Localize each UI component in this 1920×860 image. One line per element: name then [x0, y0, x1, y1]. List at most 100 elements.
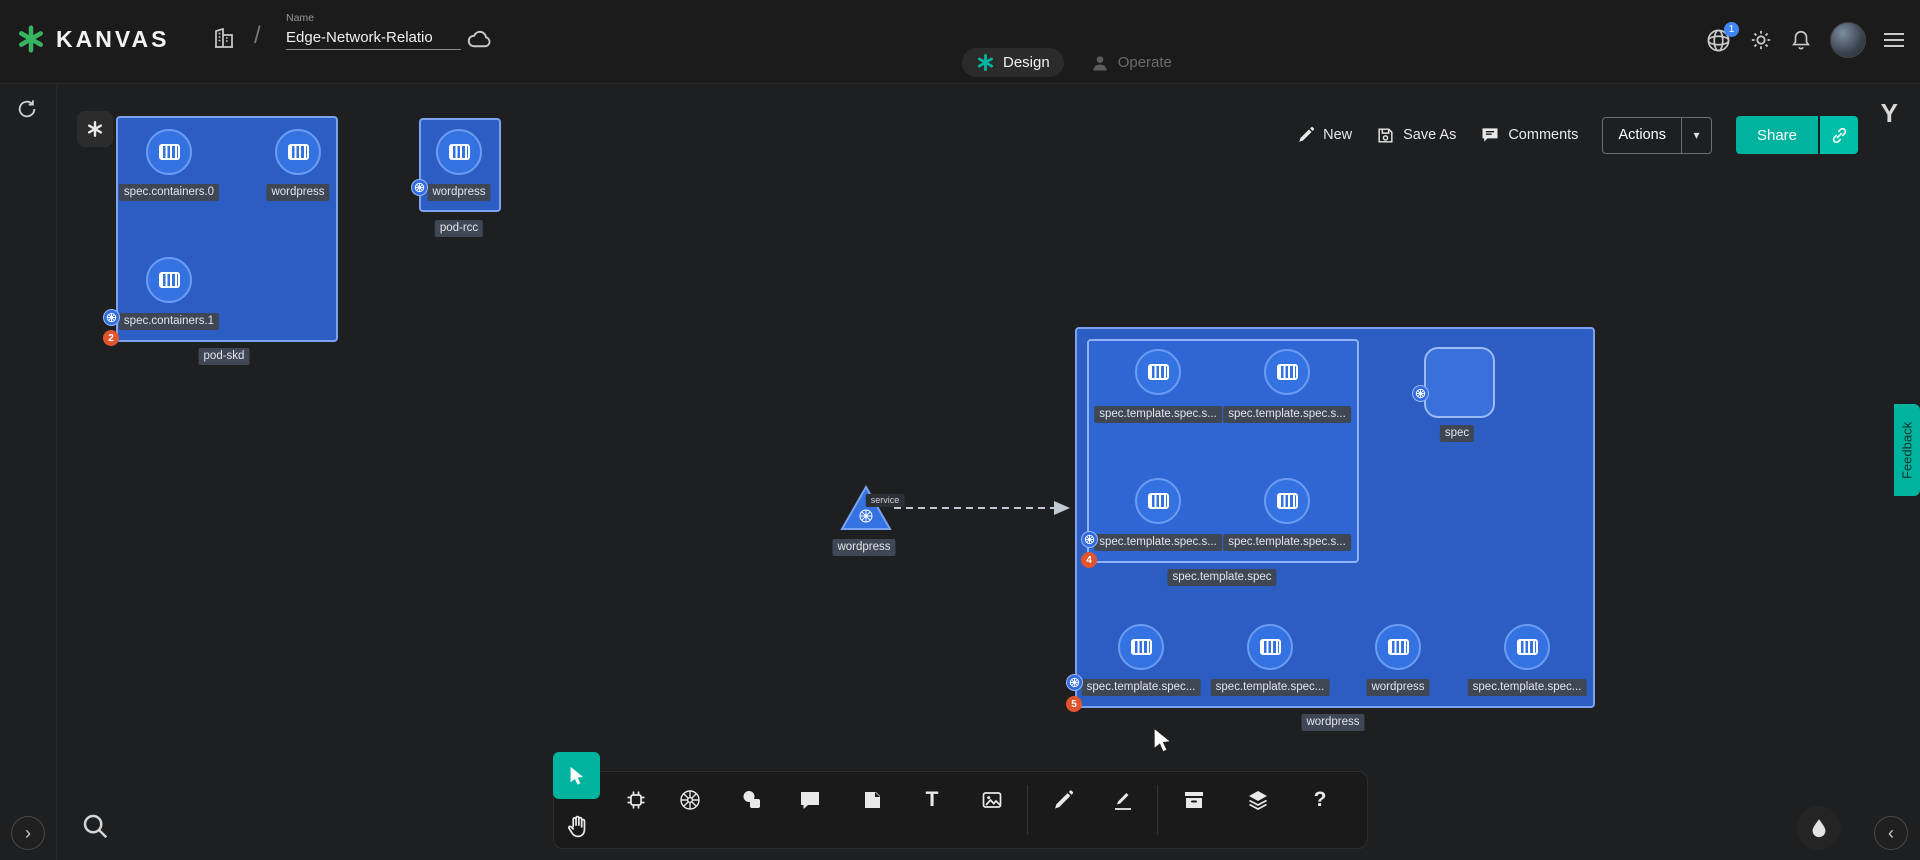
chip-icon: [624, 788, 648, 812]
node-label: wordpress: [266, 184, 329, 201]
node-service-triangle[interactable]: [839, 484, 893, 532]
edge-service-to-deployment[interactable]: [892, 497, 1082, 519]
tool-drawer[interactable]: [1174, 780, 1214, 820]
feedback-tab[interactable]: Feedback: [1894, 404, 1920, 496]
node-label: wordpress: [832, 539, 895, 556]
count-badge: 5: [1066, 696, 1082, 712]
layers-icon: [1246, 788, 1270, 812]
node-spec-containers-0[interactable]: [146, 129, 192, 175]
tool-text[interactable]: T: [912, 780, 952, 820]
notification-count-badge: 1: [1724, 22, 1739, 37]
count-badge: 4: [1081, 552, 1097, 568]
node-spec[interactable]: [1424, 347, 1495, 418]
user-avatar[interactable]: [1830, 22, 1866, 58]
help-icon: ?: [1314, 788, 1327, 812]
node-label: spec.template.spec...: [1468, 679, 1587, 696]
tool-kubernetes[interactable]: [670, 780, 710, 820]
kubernetes-badge-icon: [1081, 531, 1098, 548]
group-actions-flower-button[interactable]: [77, 111, 113, 147]
kanvas-logo[interactable]: KANVAS: [16, 24, 169, 54]
canvas-toolbar: New Save As Comments Actions ▾ Share: [1297, 116, 1858, 154]
group-spec-template-spec[interactable]: [1087, 339, 1359, 563]
sync-refresh-icon[interactable]: [16, 98, 38, 120]
layer5-y-logo[interactable]: Y: [1881, 98, 1898, 129]
workspace-building-icon[interactable]: [212, 26, 236, 50]
node-bottom-4[interactable]: [1504, 624, 1550, 670]
node-pod-rcc-wordpress[interactable]: [436, 129, 482, 175]
node-template-spec-3[interactable]: [1135, 478, 1181, 524]
mode-tabs: Design Operate: [962, 48, 1172, 77]
container-icon: [1131, 639, 1152, 655]
node-spec-containers-1[interactable]: [146, 257, 192, 303]
ink-drop-button[interactable]: [1797, 806, 1841, 850]
node-pod-skd-wordpress[interactable]: [275, 129, 321, 175]
node-template-spec-1[interactable]: [1135, 349, 1181, 395]
tool-pan[interactable]: [557, 806, 597, 846]
image-icon: [980, 788, 1004, 812]
node-label: spec.containers.1: [119, 313, 219, 330]
tool-shapes[interactable]: [732, 780, 772, 820]
chevron-left-icon: ‹: [1888, 823, 1894, 844]
notifications-bell-icon[interactable]: [1790, 29, 1812, 51]
node-label: spec: [1440, 425, 1474, 442]
pencil-underline-icon: [1111, 788, 1135, 812]
node-label: spec.template.spec...: [1082, 679, 1201, 696]
tool-sticky-note[interactable]: [852, 780, 892, 820]
hamburger-menu-icon[interactable]: [1884, 33, 1904, 47]
collapse-right-panel-button[interactable]: ‹: [1874, 816, 1908, 850]
mouse-cursor: [1150, 726, 1176, 756]
share-button[interactable]: Share: [1736, 116, 1858, 154]
extensions-icon[interactable]: 1: [1705, 27, 1732, 54]
save-as-button[interactable]: Save As: [1376, 126, 1456, 145]
tool-draw[interactable]: [1043, 780, 1083, 820]
tool-components[interactable]: [616, 780, 656, 820]
settings-gear-icon[interactable]: [1750, 29, 1772, 51]
kubernetes-wheel-icon: [860, 510, 872, 522]
comments-label: Comments: [1508, 127, 1578, 143]
cursor-icon: [566, 765, 588, 787]
node-bottom-1[interactable]: [1118, 624, 1164, 670]
actions-dropdown-button[interactable]: Actions ▾: [1602, 117, 1712, 154]
copy-link-icon[interactable]: [1820, 116, 1858, 154]
header-actions: 1: [1705, 22, 1904, 58]
zoom-search-icon[interactable]: [80, 811, 110, 841]
tab-design[interactable]: Design: [962, 48, 1064, 77]
node-bottom-wordpress[interactable]: [1375, 624, 1421, 670]
container-icon: [1148, 364, 1169, 380]
tool-image[interactable]: [972, 780, 1012, 820]
logo-text: KANVAS: [56, 26, 169, 53]
kanvas-logo-icon: [16, 24, 46, 54]
new-button[interactable]: New: [1297, 126, 1352, 144]
container-icon: [1277, 493, 1298, 509]
kubernetes-badge-icon: [411, 179, 428, 196]
operate-tab-icon: [1090, 53, 1110, 73]
tool-comment[interactable]: [790, 780, 830, 820]
tool-layers[interactable]: [1238, 780, 1278, 820]
sticky-note-icon: [860, 788, 884, 812]
comment-icon: [1480, 125, 1500, 145]
node-bottom-2[interactable]: [1247, 624, 1293, 670]
tool-help[interactable]: ?: [1300, 780, 1340, 820]
node-template-spec-4[interactable]: [1264, 478, 1310, 524]
comments-button[interactable]: Comments: [1480, 125, 1578, 145]
tool-annotate[interactable]: [1103, 780, 1143, 820]
cloud-sync-icon[interactable]: [466, 26, 493, 53]
node-label: spec.template.spec.s...: [1223, 406, 1351, 423]
expand-left-panel-button[interactable]: ›: [11, 816, 45, 850]
actions-label: Actions: [1603, 118, 1681, 153]
node-label: spec.template.spec.s...: [1094, 534, 1222, 551]
design-name-input[interactable]: [286, 26, 461, 50]
text-tool-icon: T: [926, 788, 939, 812]
design-tab-icon: [976, 53, 995, 72]
kubernetes-wheel-icon: [678, 788, 702, 812]
shapes-icon: [740, 788, 764, 812]
chevron-down-icon[interactable]: ▾: [1681, 118, 1711, 153]
drawer-icon: [1182, 788, 1206, 812]
node-template-spec-2[interactable]: [1264, 349, 1310, 395]
tab-operate[interactable]: Operate: [1090, 53, 1172, 73]
group-label: pod-rcc: [435, 220, 483, 237]
group-label: pod-skd: [199, 348, 250, 365]
tool-select[interactable]: [553, 752, 600, 799]
container-icon: [1148, 493, 1169, 509]
kubernetes-badge-icon: [103, 309, 120, 326]
